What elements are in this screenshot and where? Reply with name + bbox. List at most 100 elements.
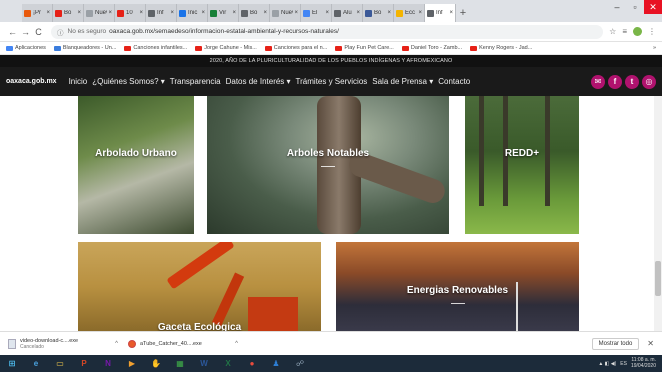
maximize-button[interactable]: ▫	[626, 0, 644, 14]
facebook-icon[interactable]: f	[608, 74, 622, 89]
browser-tab[interactable]: Inf ×	[425, 4, 456, 22]
profile-avatar[interactable]	[633, 27, 642, 36]
download-item[interactable]: video-download-c....exe Cancelado ^	[8, 338, 118, 350]
close-tab-icon[interactable]: ×	[449, 10, 453, 16]
chevron-up-icon[interactable]: ^	[115, 341, 118, 347]
bookmark-item[interactable]: Play Fun Pet Care...	[335, 45, 394, 51]
browser-tab[interactable]: 10 ×	[115, 4, 146, 22]
more-bookmarks-button[interactable]: »	[653, 45, 656, 51]
email-icon[interactable]: ✉	[591, 74, 605, 89]
browser-tab[interactable]: Ecc ×	[394, 4, 425, 22]
browser-tab[interactable]: Bo ×	[363, 4, 394, 22]
bookmark-icon	[6, 45, 13, 51]
close-tab-icon[interactable]: ×	[170, 10, 174, 16]
close-tab-icon[interactable]: ×	[108, 10, 112, 16]
chrome-icon[interactable]: ●	[244, 357, 260, 370]
bookmark-star-icon[interactable]: ☆	[609, 27, 616, 36]
site-menu-item[interactable]: Sala de Prensa ▾	[372, 77, 433, 86]
close-tab-icon[interactable]: ×	[77, 10, 81, 16]
close-tab-icon[interactable]: ×	[294, 10, 298, 16]
browser-tab[interactable]: Inic ×	[177, 4, 208, 22]
forward-button[interactable]: →	[19, 27, 32, 37]
minimize-button[interactable]: –	[608, 0, 626, 14]
bookmark-label: Daniel Toro - Zamb...	[410, 45, 463, 51]
reload-button[interactable]: C	[32, 27, 45, 37]
network-icon[interactable]: ☍	[292, 357, 308, 370]
close-tab-icon[interactable]: ×	[139, 10, 143, 16]
hand-icon[interactable]: ✋	[148, 357, 164, 370]
close-tab-icon[interactable]: ×	[263, 10, 267, 16]
close-tab-icon[interactable]: ×	[356, 10, 360, 16]
site-menu-item[interactable]: Contacto	[438, 77, 470, 86]
explorer-icon[interactable]: ▭	[52, 357, 68, 370]
close-downloads-button[interactable]: ✕	[647, 339, 654, 348]
bookmark-label: Jorge Cahune - Mis...	[204, 45, 257, 51]
close-tab-icon[interactable]: ×	[232, 10, 236, 16]
close-tab-icon[interactable]: ×	[387, 10, 391, 16]
browser-tab[interactable]: Nuev×	[84, 4, 115, 22]
browser-tab[interactable]: El ×	[301, 4, 332, 22]
media-icon[interactable]: ▶	[124, 357, 140, 370]
bookmark-item[interactable]: Daniel Toro - Zamb...	[401, 45, 463, 51]
card-arboles-notables[interactable]: Arboles Notables	[207, 96, 449, 234]
tray-icons[interactable]: ▲ ◧ ◀)	[598, 361, 616, 367]
browser-tab[interactable]: Bo ×	[53, 4, 84, 22]
page-scrollbar[interactable]	[654, 96, 662, 331]
site-menu-item[interactable]: ¿Quiénes Somos? ▾	[92, 77, 165, 86]
close-tab-icon[interactable]: ×	[46, 10, 50, 16]
close-tab-icon[interactable]: ×	[325, 10, 329, 16]
favicon-icon	[86, 9, 93, 17]
people-icon[interactable]: ♟	[268, 357, 284, 370]
info-icon[interactable]: ⓘ	[57, 27, 64, 37]
start-icon[interactable]: ⊞	[4, 357, 20, 370]
close-window-button[interactable]: ✕	[644, 0, 662, 14]
bookmark-item[interactable]: Canciones infantiles...	[124, 45, 187, 51]
browser-tab[interactable]: Inf ×	[146, 4, 177, 22]
close-tab-icon[interactable]: ×	[201, 10, 205, 16]
bookmark-item[interactable]: Jorge Cahune - Mis...	[195, 45, 257, 51]
bookmark-icon	[124, 45, 132, 51]
powerpoint-icon[interactable]: P	[76, 357, 92, 370]
download-item[interactable]: aTube_Catcher_40....exe ^	[128, 339, 238, 348]
language-indicator[interactable]: ES	[620, 361, 627, 367]
bookmark-item[interactable]: Blanqueadores - Un...	[53, 45, 116, 51]
new-tab-button[interactable]: +	[456, 4, 470, 22]
tab-label: Vir	[219, 10, 227, 16]
downloads-bar: video-download-c....exe Cancelado ^ aTub…	[0, 331, 662, 355]
tab-label: Inf	[157, 10, 164, 16]
bookmark-item[interactable]: Aplicaciones	[6, 45, 46, 51]
site-logo[interactable]: oaxaca.gob.mx	[6, 78, 57, 85]
site-menu: Inicio ¿Quiénes Somos? ▾ Transparencia Dato…	[69, 77, 471, 86]
url-input[interactable]: ⓘ No es seguro oaxaca.gob.mx/semaedeso/i…	[51, 24, 604, 39]
clock[interactable]: 11:08 a. m. 19/04/2020	[631, 357, 656, 369]
back-button[interactable]: ←	[6, 27, 19, 37]
site-menu-item[interactable]: Inicio	[69, 77, 88, 86]
card-arbolado-urbano[interactable]: Arbolado Urbano	[78, 96, 194, 234]
site-menu-item[interactable]: Datos de Interés ▾	[226, 77, 291, 86]
card-gaceta-ecologica[interactable]: Gaceta Ecológica	[78, 242, 321, 331]
word-icon[interactable]: W	[196, 357, 212, 370]
chevron-up-icon[interactable]: ^	[235, 341, 238, 347]
instagram-icon[interactable]: ◎	[642, 74, 656, 89]
ie-icon[interactable]: e	[28, 357, 44, 370]
calculator-icon[interactable]: ▦	[172, 357, 188, 370]
browser-tab[interactable]: ¡Pr ×	[22, 4, 53, 22]
card-energias-renovables[interactable]: Energias Renovables	[336, 242, 579, 331]
site-menu-item[interactable]: Trámites y Servicios	[296, 77, 368, 86]
close-tab-icon[interactable]: ×	[418, 10, 422, 16]
bookmark-item[interactable]: Canciones para el n...	[264, 45, 327, 51]
excel-icon[interactable]: X	[220, 357, 236, 370]
browser-tab[interactable]: Vir ×	[208, 4, 239, 22]
onenote-icon[interactable]: N	[100, 357, 116, 370]
reader-icon[interactable]: ≡	[622, 27, 627, 36]
menu-icon[interactable]: ⋮	[648, 27, 656, 36]
twitter-icon[interactable]: t	[625, 74, 639, 89]
browser-tab[interactable]: Nuev×	[270, 4, 301, 22]
browser-tab[interactable]: Alu ×	[332, 4, 363, 22]
browser-tab[interactable]: Bo ×	[239, 4, 270, 22]
bookmark-item[interactable]: Kenny Rogers - Jad...	[470, 45, 532, 51]
site-menu-item[interactable]: Transparencia	[170, 77, 221, 86]
card-redd[interactable]: REDD+	[465, 96, 579, 234]
address-bar-row: ← → C ⓘ No es seguro oaxaca.gob.mx/semae…	[0, 22, 662, 42]
show-all-downloads-button[interactable]: Mostrar todo	[591, 337, 640, 350]
